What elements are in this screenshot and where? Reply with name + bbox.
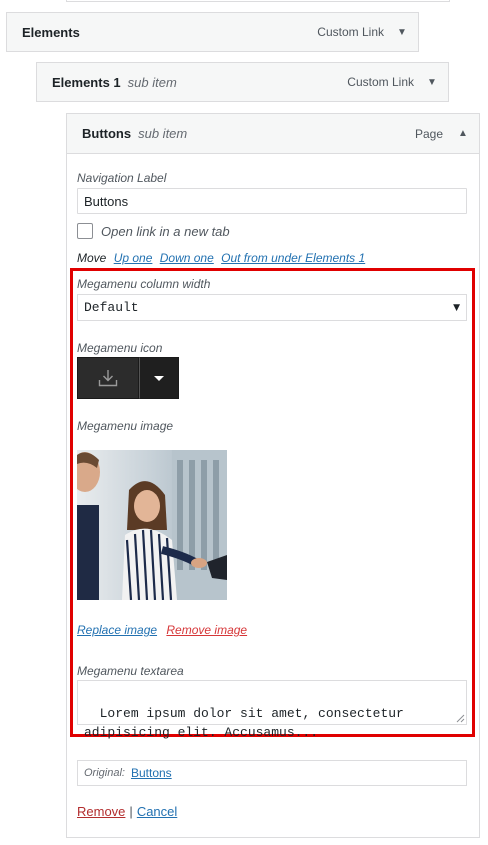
download-icon bbox=[98, 370, 118, 387]
megamenu-width-label: Megamenu column width bbox=[77, 277, 211, 291]
remove-image-link[interactable]: Remove image bbox=[166, 623, 247, 637]
menu-item-title: Elements bbox=[22, 24, 80, 40]
caret-down-icon bbox=[154, 375, 164, 381]
replace-image-link[interactable]: Replace image bbox=[77, 623, 157, 637]
select-caret-icon: ▼ bbox=[453, 303, 460, 313]
megamenu-icon-picker[interactable] bbox=[77, 357, 179, 399]
megamenu-width-value: Default bbox=[84, 300, 139, 315]
remove-item-link[interactable]: Remove bbox=[77, 804, 125, 819]
open-new-tab-checkbox[interactable] bbox=[77, 223, 93, 239]
navigation-label-value: Buttons bbox=[84, 193, 129, 209]
megamenu-image-preview bbox=[77, 450, 227, 600]
business-handshake-photo bbox=[77, 450, 227, 600]
original-label: Original: bbox=[84, 767, 125, 779]
menu-item-elements-1[interactable]: Elements 1 sub item Custom Link ▼ bbox=[36, 62, 449, 102]
icon-preview[interactable] bbox=[77, 357, 139, 399]
cancel-link[interactable]: Cancel bbox=[137, 804, 177, 819]
move-label: Move bbox=[77, 251, 107, 265]
menu-item-type: Custom Link bbox=[347, 75, 414, 89]
actions-separator: | bbox=[129, 804, 133, 819]
expand-arrow-icon[interactable]: ▼ bbox=[426, 77, 438, 88]
megamenu-textarea[interactable]: Lorem ipsum dolor sit amet, consectetur … bbox=[77, 680, 467, 740]
menu-item-elements[interactable]: Elements Custom Link ▼ bbox=[6, 12, 419, 52]
megamenu-width-select[interactable]: Default ▼ bbox=[77, 294, 467, 321]
menu-item-buttons[interactable]: Buttons sub item Page ▲ bbox=[66, 113, 480, 153]
menu-item-type: Custom Link bbox=[317, 25, 384, 39]
open-new-tab-label: Open link in a new tab bbox=[101, 224, 230, 239]
resize-grip-icon[interactable] bbox=[456, 714, 465, 723]
menu-item-sub-label: sub item bbox=[127, 74, 177, 90]
item-actions: Remove | Cancel bbox=[77, 804, 177, 819]
navigation-label-label: Navigation Label bbox=[77, 171, 167, 185]
move-down-one-link[interactable]: Down one bbox=[160, 251, 214, 265]
menu-item-type: Page bbox=[414, 126, 443, 141]
megamenu-icon-label: Megamenu icon bbox=[77, 341, 163, 355]
menu-item-title: Elements 1 bbox=[52, 74, 121, 90]
move-out-from-under-link[interactable]: Out from under Elements 1 bbox=[221, 251, 365, 265]
previous-item-edge bbox=[66, 0, 450, 2]
megamenu-textarea-label: Megamenu textarea bbox=[77, 664, 184, 678]
megamenu-image-label: Megamenu image bbox=[77, 419, 174, 433]
move-row: Move Up one Down one Out from under Elem… bbox=[77, 251, 365, 265]
move-up-one-link[interactable]: Up one bbox=[114, 251, 153, 265]
original-link-box: Original: Buttons bbox=[77, 760, 467, 786]
icon-dropdown-button[interactable] bbox=[139, 357, 179, 399]
expand-arrow-icon[interactable]: ▼ bbox=[396, 27, 408, 38]
menu-item-sub-label: sub item bbox=[138, 126, 188, 141]
menu-item-title: Buttons bbox=[82, 126, 132, 141]
collapse-arrow-icon[interactable]: ▲ bbox=[457, 128, 469, 139]
original-link[interactable]: Buttons bbox=[131, 766, 172, 780]
image-actions: Replace image Remove image bbox=[77, 623, 247, 637]
navigation-label-input[interactable]: Buttons bbox=[77, 188, 467, 214]
